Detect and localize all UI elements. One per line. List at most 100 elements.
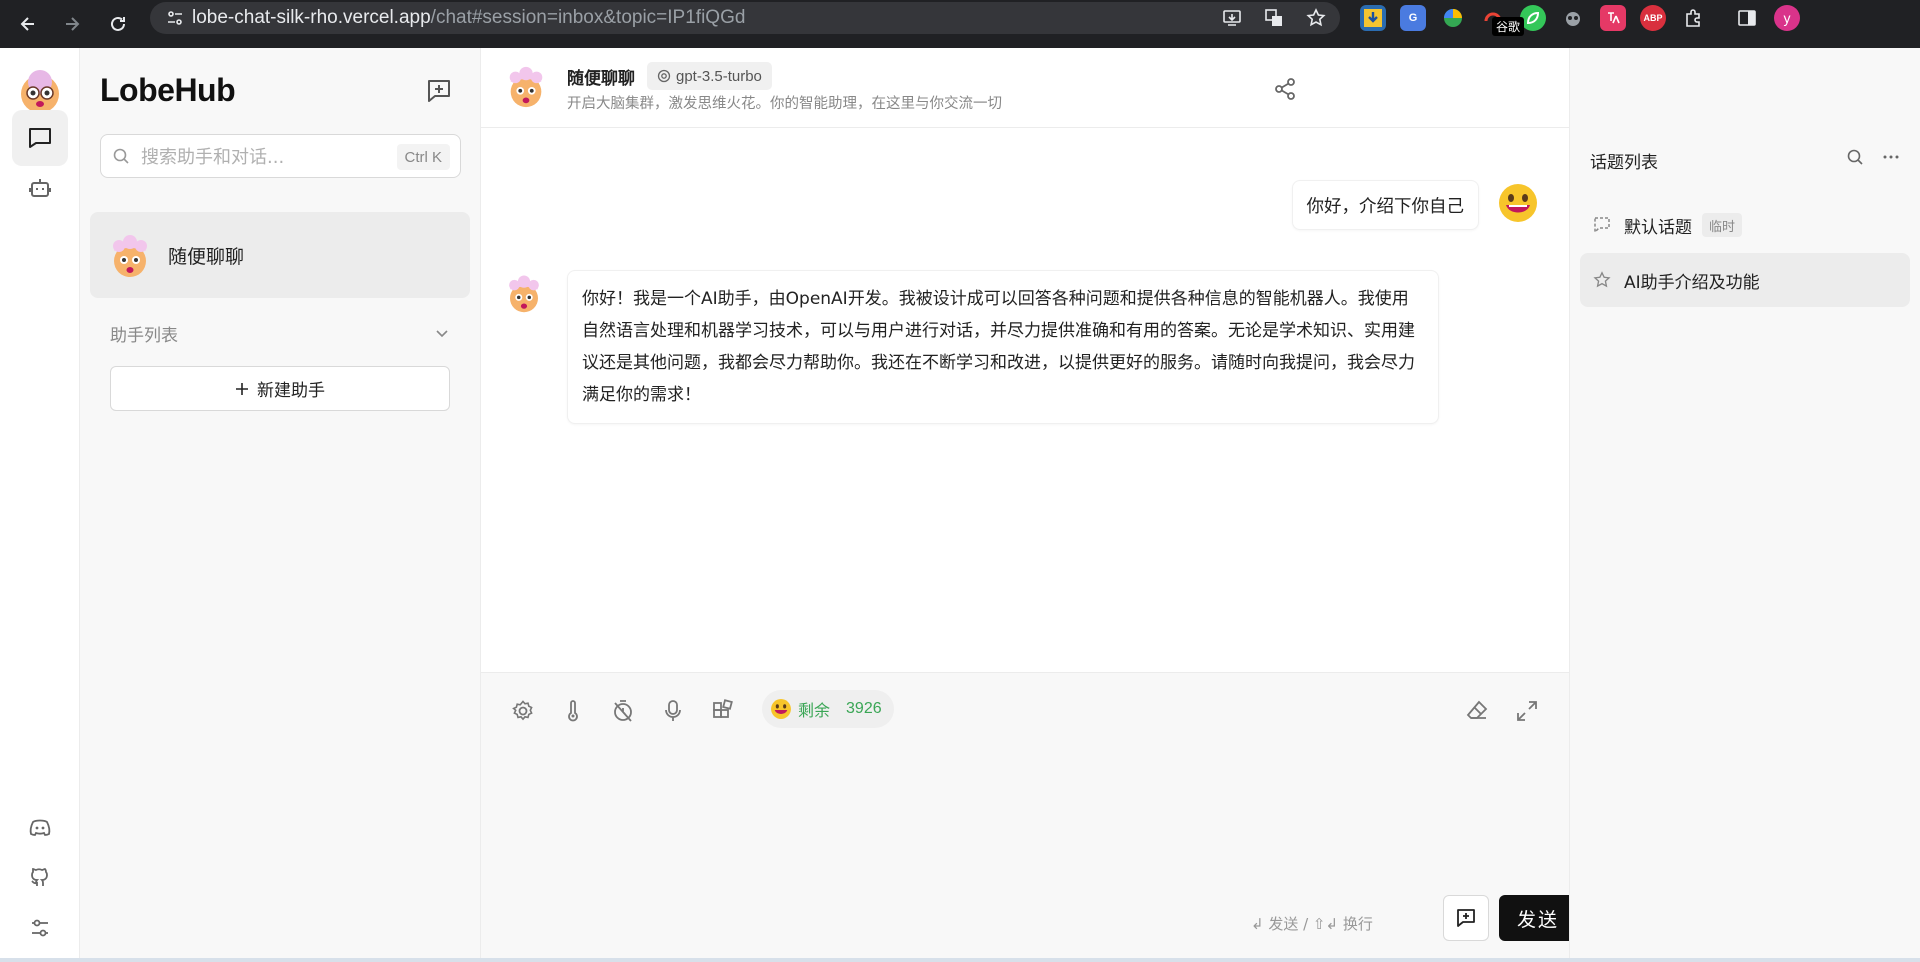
emoji-face-icon bbox=[771, 699, 791, 719]
bot-icon bbox=[29, 179, 51, 197]
assistant-avatar[interactable] bbox=[503, 272, 545, 314]
assistant-message-text: 你好！我是一个AI助手，由OpenAI开发。我被设计成可以回答各种问题和提供各种… bbox=[582, 289, 1415, 405]
topic-label: 默认话题 bbox=[1624, 217, 1692, 238]
chat-bubble-icon bbox=[29, 128, 51, 148]
owl-extension-icon[interactable] bbox=[1560, 5, 1586, 31]
gear-icon bbox=[512, 700, 533, 721]
assistant-message-bubble[interactable]: 你好！我是一个AI助手，由OpenAI开发。我被设计成可以回答各种问题和提供各种… bbox=[567, 270, 1439, 424]
user-avatar-rail[interactable] bbox=[16, 68, 64, 116]
session-title: 随便聊聊 bbox=[168, 245, 245, 268]
extensions-bar: G ABP y bbox=[1360, 0, 1800, 36]
chat-nav-button[interactable] bbox=[12, 110, 68, 166]
nav-rail bbox=[0, 48, 80, 962]
openai-icon bbox=[657, 69, 671, 83]
new-agent-label: 新建助手 bbox=[257, 381, 325, 401]
user-avatar[interactable] bbox=[1497, 182, 1539, 224]
bookmark-star-icon[interactable] bbox=[1306, 8, 1326, 28]
translate-icon[interactable] bbox=[1264, 8, 1284, 28]
topic-panel: 话题列表 默认话题 临时 AI助手介绍及功能 bbox=[1569, 48, 1920, 962]
model-settings-button[interactable] bbox=[506, 694, 540, 728]
search-shortcut-badge: Ctrl K bbox=[396, 144, 450, 170]
github-button[interactable] bbox=[12, 850, 68, 906]
chat-title: 随便聊聊 bbox=[567, 69, 635, 89]
chat-description: 开启大脑集群，激发思维火花。你的智能助理，在这里与你交流一切 bbox=[567, 96, 1002, 112]
install-app-icon[interactable] bbox=[1222, 8, 1242, 28]
settings-button[interactable] bbox=[12, 900, 68, 956]
temporary-tag: 临时 bbox=[1702, 213, 1743, 237]
extensions-puzzle-icon[interactable] bbox=[1680, 5, 1706, 31]
message-square-dashed-icon bbox=[1580, 216, 1624, 234]
chevron-down-icon bbox=[434, 325, 450, 341]
send-hint: ↲ 发送 / ⇧↲ 换行 bbox=[1251, 915, 1373, 933]
topic-panel-title: 话题列表 bbox=[1590, 153, 1658, 173]
token-remaining-badge[interactable]: 剩余 3926 bbox=[762, 690, 894, 728]
reload-icon[interactable] bbox=[98, 0, 138, 48]
github-icon bbox=[31, 868, 48, 886]
google-translate-extension-icon[interactable]: G bbox=[1400, 5, 1426, 31]
forward-icon[interactable] bbox=[52, 0, 92, 48]
agent-group-header[interactable]: 助手列表 bbox=[110, 318, 450, 348]
sliders-icon bbox=[32, 919, 48, 937]
discord-icon bbox=[29, 819, 51, 836]
translator-extension-icon[interactable] bbox=[1600, 5, 1626, 31]
side-panel-icon[interactable] bbox=[1734, 5, 1760, 31]
window-bottom-edge bbox=[0, 958, 1920, 962]
new-agent-button[interactable]: 新建助手 bbox=[110, 366, 450, 411]
send-button[interactable]: 发送 bbox=[1499, 895, 1577, 941]
browser-toolbar: lobe-chat-silk-rho.vercel.app/chat#sessi… bbox=[0, 0, 1920, 48]
topic-item-ai-intro[interactable]: AI助手介绍及功能 bbox=[1580, 253, 1910, 307]
expand-input-button[interactable] bbox=[1510, 694, 1544, 728]
thermometer-icon bbox=[568, 700, 578, 722]
plugins-button[interactable] bbox=[706, 694, 740, 728]
site-info-icon[interactable] bbox=[158, 2, 192, 34]
message-list: 你好，介绍下你自己 你好！我是一个AI助手，由OpenAI开发。我被设计成可以回… bbox=[481, 128, 1569, 672]
session-search-input[interactable]: 搜索助手和对话... Ctrl K bbox=[100, 134, 461, 178]
session-sidebar: LobeHub 搜索助手和对话... Ctrl K 随便聊聊 助手列表 新建助手 bbox=[80, 48, 481, 962]
user-message-bubble[interactable]: 你好，介绍下你自己 bbox=[1291, 180, 1479, 230]
session-item-inbox[interactable]: 随便聊聊 bbox=[90, 212, 470, 298]
timer-off-icon bbox=[614, 700, 632, 722]
plus-icon bbox=[236, 382, 248, 395]
session-avatar bbox=[106, 231, 154, 279]
profile-avatar[interactable]: y bbox=[1774, 5, 1800, 31]
extension-badge-label: 谷歌 bbox=[1492, 17, 1525, 36]
color-wheel-extension-icon[interactable] bbox=[1440, 5, 1466, 31]
microphone-icon bbox=[665, 700, 681, 721]
voice-input-button[interactable] bbox=[656, 694, 690, 728]
send-label: 发送 bbox=[1516, 908, 1559, 931]
eraser-icon bbox=[1466, 700, 1488, 719]
message-plus-icon bbox=[1457, 909, 1475, 927]
add-message-button[interactable] bbox=[1443, 895, 1489, 941]
temperature-button[interactable] bbox=[556, 694, 590, 728]
agent-group-label: 助手列表 bbox=[110, 325, 178, 346]
search-placeholder: 搜索助手和对话... bbox=[141, 147, 285, 168]
token-label: 剩余 bbox=[798, 701, 831, 720]
topic-search-icon[interactable] bbox=[1846, 148, 1864, 166]
new-chat-button[interactable] bbox=[424, 76, 454, 106]
message-plus-icon bbox=[428, 80, 450, 102]
back-icon[interactable] bbox=[8, 0, 48, 48]
download-extension-icon[interactable] bbox=[1360, 5, 1386, 31]
agent-avatar[interactable] bbox=[503, 63, 549, 109]
chat-main: 随便聊聊 gpt-3.5-turbo 开启大脑集群，激发思维火花。你的智能助理，… bbox=[481, 48, 1887, 962]
search-icon bbox=[101, 147, 141, 165]
address-bar[interactable]: lobe-chat-silk-rho.vercel.app/chat#sessi… bbox=[150, 2, 1340, 34]
more-icon[interactable] bbox=[1882, 148, 1900, 166]
history-count-button[interactable] bbox=[606, 694, 640, 728]
agents-nav-button[interactable] bbox=[12, 160, 68, 216]
user-message-text: 你好，介绍下你自己 bbox=[1306, 196, 1465, 217]
topic-label: AI助手介绍及功能 bbox=[1624, 272, 1760, 293]
topic-item-default[interactable]: 默认话题 临时 bbox=[1580, 198, 1910, 252]
star-icon[interactable] bbox=[1580, 271, 1624, 289]
url-text: lobe-chat-silk-rho.vercel.app/chat#sessi… bbox=[192, 7, 746, 28]
brand-logo-text: LobeHub bbox=[100, 72, 236, 108]
model-name: gpt-3.5-turbo bbox=[676, 67, 762, 85]
adblock-extension-icon[interactable]: ABP bbox=[1640, 5, 1666, 31]
chat-composer: 剩余 3926 ↲ 发送 / ⇧↲ 换行 发送 bbox=[481, 672, 1577, 962]
share-button[interactable] bbox=[1268, 72, 1302, 106]
blocks-icon bbox=[713, 699, 733, 718]
model-tag[interactable]: gpt-3.5-turbo bbox=[647, 62, 772, 90]
clear-messages-button[interactable] bbox=[1460, 694, 1494, 728]
chat-header: 随便聊聊 gpt-3.5-turbo 开启大脑集群，激发思维火花。你的智能助理，… bbox=[481, 48, 1569, 128]
discord-button[interactable] bbox=[12, 800, 68, 856]
